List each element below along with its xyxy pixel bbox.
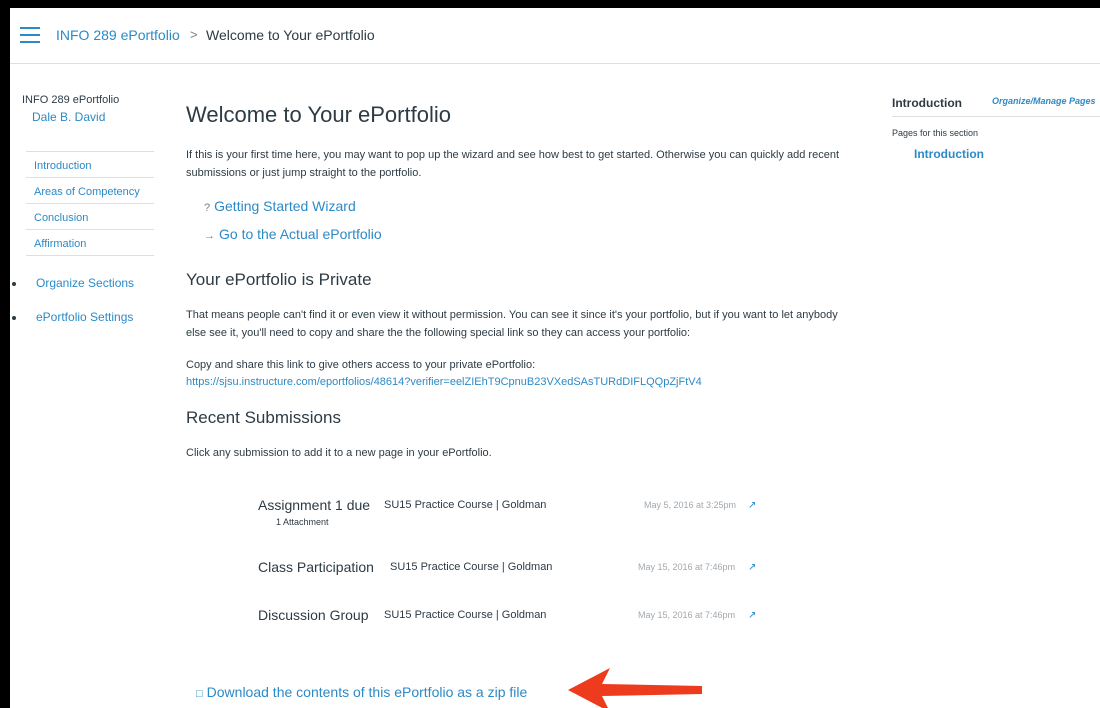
submission-course: SU15 Practice Course | Goldman <box>390 561 553 573</box>
go-link-label: Go to the Actual ePortfolio <box>219 226 382 242</box>
submission-row[interactable]: Discussion Group SU15 Practice Course | … <box>258 607 778 637</box>
sidebar-item-affirmation[interactable]: Affirmation <box>26 230 154 256</box>
submission-course: SU15 Practice Course | Goldman <box>384 609 547 621</box>
pages-for-section-label: Pages for this section <box>892 128 979 138</box>
right-panel: Introduction Organize/Manage Pages Pages… <box>886 64 1100 364</box>
share-url-link[interactable]: https://sjsu.instructure.com/eportfolios… <box>186 376 702 388</box>
left-sidebar: INFO 289 ePortfolio Dale B. David Introd… <box>10 64 170 708</box>
submission-date: May 15, 2016 at 7:46pm <box>638 562 736 572</box>
arrow-right-icon: → <box>204 230 215 242</box>
sidebar-user-name[interactable]: Dale B. David <box>32 110 105 124</box>
organize-manage-pages-link[interactable]: Organize/Manage Pages <box>992 96 1096 106</box>
submission-row[interactable]: Assignment 1 due SU15 Practice Course | … <box>258 497 778 527</box>
breadcrumb-current: Welcome to Your ePortfolio <box>206 27 375 43</box>
submission-title: Assignment 1 due <box>258 497 371 513</box>
go-to-eportfolio-link[interactable]: → Go to the Actual ePortfolio <box>204 226 382 242</box>
share-instructions: Copy and share this link to give others … <box>186 359 536 371</box>
question-circle-icon: ? <box>204 202 211 214</box>
breadcrumb-portfolio-link[interactable]: INFO 289 ePortfolio <box>56 27 180 43</box>
wizard-link-label: Getting Started Wizard <box>214 198 356 214</box>
intro-text: If this is your first time here, you may… <box>186 149 839 179</box>
private-heading: Your ePortfolio is Private <box>186 270 372 289</box>
submission-attachments: 1 Attachment <box>276 517 329 527</box>
sidebar-item-introduction[interactable]: Introduction <box>26 152 154 178</box>
recent-submissions-description: Click any submission to add it to a new … <box>186 447 492 459</box>
section-title: Introduction <box>892 96 962 110</box>
bullet-dot <box>12 282 16 286</box>
page-title: Welcome to Your ePortfolio <box>186 102 451 127</box>
sidebar-item-areas-of-competency[interactable]: Areas of Competency <box>26 178 154 204</box>
eportfolio-settings-link[interactable]: ePortfolio Settings <box>36 310 133 324</box>
getting-started-wizard-link[interactable]: ? Getting Started Wizard <box>204 198 356 214</box>
external-link-icon[interactable]: ↗ <box>748 562 756 573</box>
hamburger-icon[interactable] <box>20 27 40 43</box>
submission-date: May 5, 2016 at 3:25pm <box>644 500 737 510</box>
sidebar-item-conclusion[interactable]: Conclusion <box>26 204 154 230</box>
section-list: Introduction Areas of Competency Conclus… <box>26 151 154 256</box>
submission-title: Discussion Group <box>258 607 369 623</box>
download-zip-link[interactable]: □ Download the contents of this ePortfoli… <box>196 684 527 700</box>
recent-submissions-heading: Recent Submissions <box>186 408 341 427</box>
private-description: That means people can't find it or even … <box>186 309 838 339</box>
bullet-dot <box>12 316 16 320</box>
download-link-label: Download the contents of this ePortfolio… <box>206 684 528 700</box>
document-icon: □ <box>196 688 203 700</box>
red-arrow-annotation <box>568 668 702 708</box>
submission-title: Class Participation <box>258 559 374 575</box>
submission-date: May 15, 2016 at 7:46pm <box>638 610 736 620</box>
main-content: Welcome to Your ePortfolio If this is yo… <box>186 64 876 708</box>
external-link-icon[interactable]: ↗ <box>748 610 756 621</box>
divider <box>892 116 1100 117</box>
external-link-icon[interactable]: ↗ <box>748 500 756 511</box>
submission-row[interactable]: Class Participation SU15 Practice Course… <box>258 559 778 589</box>
organize-sections-link[interactable]: Organize Sections <box>36 276 134 290</box>
submission-course: SU15 Practice Course | Goldman <box>384 499 547 511</box>
sidebar-course-name: INFO 289 ePortfolio <box>22 94 120 106</box>
top-header: INFO 289 ePortfolio > Welcome to Your eP… <box>10 8 1100 64</box>
app-window: INFO 289 ePortfolio > Welcome to Your eP… <box>10 8 1100 708</box>
page-link-introduction[interactable]: Introduction <box>914 147 984 161</box>
breadcrumb-separator: > <box>190 27 198 42</box>
